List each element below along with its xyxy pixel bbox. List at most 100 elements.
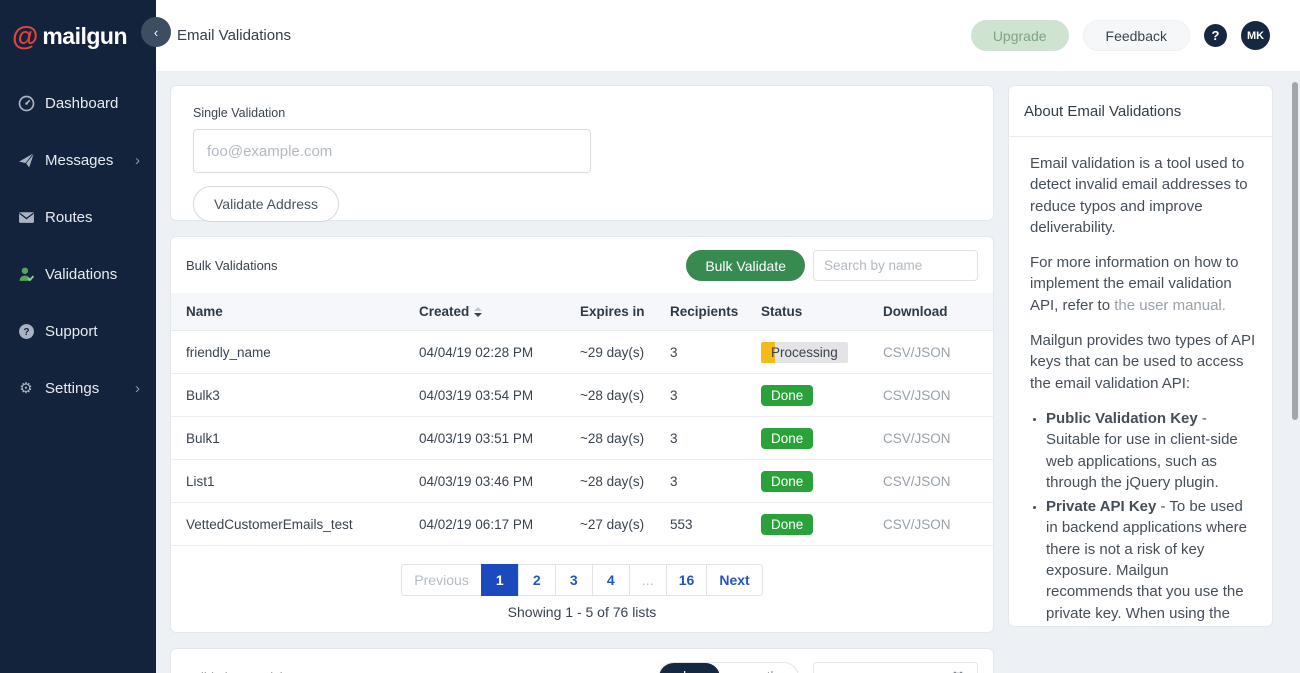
toggle-month-button[interactable]: month (720, 663, 798, 673)
date-range-picker[interactable]: 03/08/19 - 03/07/19 (813, 662, 978, 673)
expires-in: ~29 day(s) (580, 345, 670, 360)
sidebar-nav: Dashboard Messages › Routes Validations … (0, 86, 156, 405)
sidebar-item-settings[interactable]: ⚙ Settings › (0, 371, 156, 405)
sidebar-item-label: Settings (45, 380, 99, 397)
table-row: Bulk3 04/03/19 03:54 PM ~28 day(s) 3 Don… (171, 374, 993, 417)
list-name: Bulk1 (186, 431, 419, 446)
download-link[interactable]: CSV/JSON (883, 345, 951, 360)
bulk-validations-card: Bulk Validations Bulk Validate Name Crea… (170, 236, 994, 633)
sidebar-item-messages[interactable]: Messages › (0, 143, 156, 177)
pagination-previous-button[interactable]: Previous (401, 564, 481, 596)
sidebar-item-label: Dashboard (45, 95, 118, 112)
pagination: Previous 1 2 3 4 ... 16 Next (171, 564, 993, 596)
page-title: Email Validations (177, 27, 291, 44)
pagination-page-button[interactable]: 2 (518, 564, 556, 596)
about-panel-title: About Email Validations (1009, 86, 1272, 137)
table-row: VettedCustomerEmails_test 04/02/19 06:17… (171, 503, 993, 546)
top-bar-actions: Upgrade Feedback ? MK (971, 20, 1270, 51)
recipients-count: 3 (670, 345, 761, 360)
download-link[interactable]: CSV/JSON (883, 517, 951, 532)
list-name: Bulk3 (186, 388, 419, 403)
mailgun-logo-icon: @ (12, 23, 38, 50)
search-input[interactable] (813, 250, 978, 281)
pagination-summary: Showing 1 - 5 of 76 lists (171, 604, 993, 620)
recipients-count: 3 (670, 431, 761, 446)
avatar[interactable]: MK (1241, 21, 1270, 50)
toggle-day-button[interactable]: day (659, 663, 721, 673)
list-name: VettedCustomerEmails_test (186, 517, 419, 532)
download-link[interactable]: CSV/JSON (883, 474, 951, 489)
pagination-ellipsis: ... (629, 564, 667, 596)
sidebar-item-support[interactable]: ? Support (0, 314, 156, 348)
expires-in: ~28 day(s) (580, 431, 670, 446)
pagination-page-button[interactable]: 1 (481, 564, 519, 596)
bulk-validate-button[interactable]: Bulk Validate (686, 250, 805, 281)
created-date: 04/04/19 02:28 PM (419, 345, 580, 360)
expires-in: ~27 day(s) (580, 517, 670, 532)
created-date: 04/03/19 03:46 PM (419, 474, 580, 489)
created-date: 04/02/19 06:17 PM (419, 517, 580, 532)
bulk-validations-title: Bulk Validations (186, 258, 278, 273)
download-link[interactable]: CSV/JSON (883, 431, 951, 446)
sidebar-item-dashboard[interactable]: Dashboard (0, 86, 156, 120)
top-bar: Email Validations Upgrade Feedback ? MK (156, 0, 1300, 71)
status-badge: Done (761, 385, 813, 406)
sidebar: @ mailgun Dashboard Messages › Routes (0, 0, 156, 673)
column-header-expires: Expires in (580, 304, 670, 319)
upgrade-button[interactable]: Upgrade (971, 20, 1069, 51)
gear-icon: ⚙ (17, 379, 35, 397)
about-paragraph: Mailgun provides two types of API keys t… (1030, 330, 1256, 394)
sidebar-item-routes[interactable]: Routes (0, 200, 156, 234)
pagination-page-button[interactable]: 4 (592, 564, 630, 596)
about-paragraph: Email validation is a tool used to detec… (1030, 153, 1256, 238)
sidebar-item-validations[interactable]: Validations (0, 257, 156, 291)
column-header-download: Download (883, 304, 993, 319)
pagination-next-button[interactable]: Next (706, 564, 762, 596)
sidebar-item-label: Messages (45, 152, 113, 169)
recipients-count: 3 (670, 474, 761, 489)
created-date: 04/03/19 03:54 PM (419, 388, 580, 403)
user-manual-link[interactable]: the user manual. (1114, 297, 1226, 314)
mailgun-logo[interactable]: @ mailgun (0, 0, 156, 56)
sidebar-item-label: Routes (45, 209, 93, 226)
sort-icon[interactable] (474, 307, 482, 317)
recipients-count: 553 (670, 517, 761, 532)
sidebar-collapse-button[interactable]: ‹ (141, 17, 171, 47)
list-name: List1 (186, 474, 419, 489)
single-validation-card: Single Validation Validate Address (170, 85, 994, 221)
pagination-page-button[interactable]: 3 (555, 564, 593, 596)
column-header-created[interactable]: Created (419, 304, 580, 319)
status-badge: Done (761, 471, 813, 492)
page-scrollbar[interactable] (1292, 82, 1298, 420)
recipients-count: 3 (670, 388, 761, 403)
status-badge: Done (761, 428, 813, 449)
expires-in: ~28 day(s) (580, 474, 670, 489)
expires-in: ~28 day(s) (580, 388, 670, 403)
api-key-list: Public Validation Key - Suitable for use… (1030, 408, 1256, 627)
mailgun-logo-text: mailgun (42, 23, 127, 50)
feedback-button[interactable]: Feedback (1083, 20, 1190, 51)
sidebar-item-label: Validations (45, 266, 117, 283)
list-item: Public Validation Key - Suitable for use… (1046, 408, 1256, 493)
support-icon: ? (17, 322, 35, 340)
validations-icon (17, 265, 35, 283)
about-paragraph: For more information on how to implement… (1030, 252, 1256, 316)
list-item: Private API Key - To be used in backend … (1046, 496, 1256, 627)
dashboard-icon (17, 94, 35, 112)
pagination-page-button[interactable]: 16 (666, 564, 708, 596)
email-validation-input[interactable] (193, 129, 591, 173)
help-icon[interactable]: ? (1204, 24, 1227, 47)
download-link[interactable]: CSV/JSON (883, 388, 951, 403)
chevron-right-icon: › (135, 380, 140, 397)
table-row: Bulk1 04/03/19 03:51 PM ~28 day(s) 3 Don… (171, 417, 993, 460)
paper-plane-icon (17, 151, 35, 169)
table-row: friendly_name 04/04/19 02:28 PM ~29 day(… (171, 331, 993, 374)
single-validation-title: Single Validation (193, 106, 971, 120)
column-header-name: Name (186, 304, 419, 319)
validate-address-button[interactable]: Validate Address (193, 186, 339, 222)
table-row: List1 04/03/19 03:46 PM ~28 day(s) 3 Don… (171, 460, 993, 503)
envelope-icon (17, 208, 35, 226)
list-name: friendly_name (186, 345, 419, 360)
created-date: 04/03/19 03:51 PM (419, 431, 580, 446)
validations-activity-card: Validations Activity day month 03/08/19 … (170, 648, 994, 673)
